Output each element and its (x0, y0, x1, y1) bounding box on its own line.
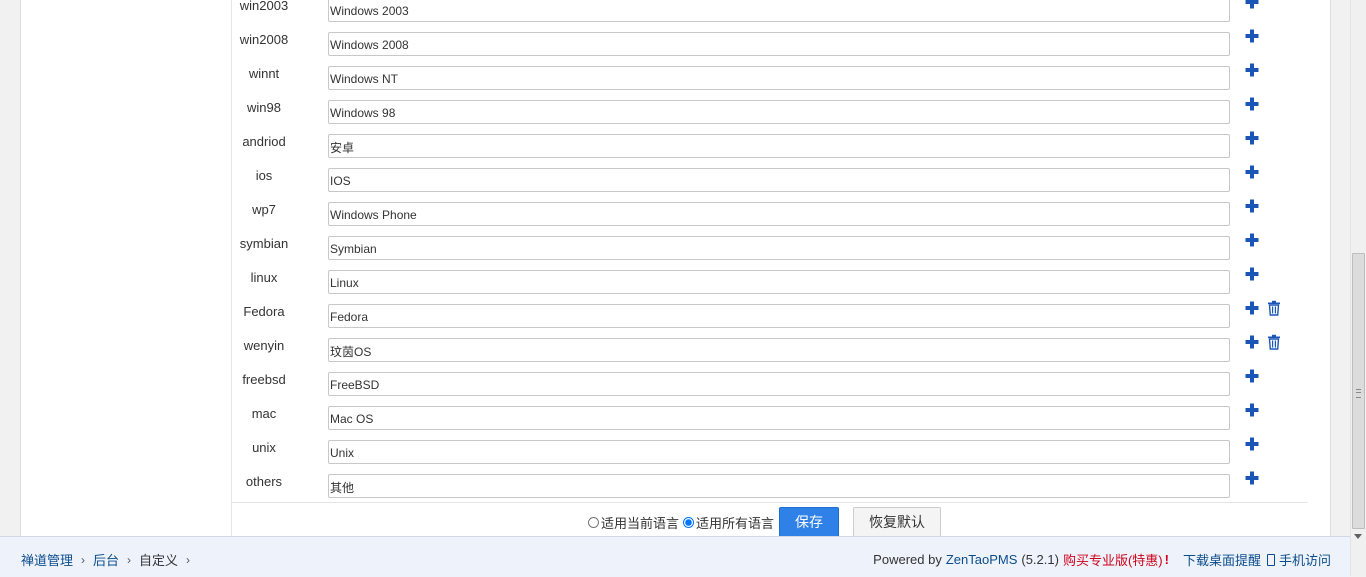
plus-icon[interactable] (1244, 368, 1260, 384)
row-key-label: andriod (242, 134, 286, 149)
buy-pro-exclamation: ! (1164, 552, 1169, 567)
buy-pro-link[interactable]: 购买专业版(特惠) (1063, 550, 1163, 569)
plus-icon[interactable] (1244, 198, 1260, 214)
row-key-label: ios (255, 168, 273, 183)
row-key-label: wp7 (252, 202, 276, 217)
plus-icon[interactable] (1244, 436, 1260, 452)
plus-icon[interactable] (1244, 62, 1260, 78)
lang-all-radio[interactable] (683, 516, 695, 528)
save-button[interactable]: 保存 (779, 507, 839, 537)
plus-icon[interactable] (1244, 0, 1260, 10)
language-scope-options: 适用当前语言 适用所有语言 (588, 513, 778, 531)
restore-default-button[interactable]: 恢复默认 (853, 507, 941, 537)
row-key-label: mac (251, 406, 277, 421)
footer-links: Powered by ZenTaoPMS (5.2.1) 购买专业版(特惠) !… (873, 550, 1331, 569)
row-value-input[interactable] (328, 474, 1230, 498)
row-key-label: win2008 (239, 32, 289, 47)
plus-icon[interactable] (1244, 28, 1260, 44)
row-key-label: wenyin (243, 338, 285, 353)
download-desktop-notifier-link[interactable]: 下载桌面提醒 (1183, 550, 1261, 569)
plus-icon[interactable] (1244, 232, 1260, 248)
row-key-label: win98 (247, 100, 281, 115)
lang-current-label: 适用当前语言 (601, 515, 680, 531)
row-key-label: symbian (239, 236, 289, 251)
row-value-input[interactable] (328, 236, 1230, 260)
breadcrumb-backend[interactable]: 后台 (93, 550, 119, 569)
row-key-label: winnt (248, 66, 280, 81)
row-value-input[interactable] (328, 32, 1230, 56)
mobile-phone-icon (1266, 553, 1275, 566)
trash-icon[interactable] (1266, 300, 1282, 316)
custom-value-row: win2008 (211, 29, 1289, 66)
custom-value-row: win2003 (211, 0, 1289, 32)
row-value-input[interactable] (328, 134, 1230, 158)
version-text: (5.2.1) (1021, 552, 1059, 567)
row-key-label: freebsd (242, 372, 286, 387)
row-value-input[interactable] (328, 0, 1230, 22)
row-value-input[interactable] (328, 270, 1230, 294)
row-value-input[interactable] (328, 406, 1230, 430)
custom-value-row: freebsd (211, 369, 1289, 406)
breadcrumb-chevron-icon: › (81, 552, 86, 567)
row-value-input[interactable] (328, 372, 1230, 396)
plus-icon[interactable] (1244, 334, 1260, 350)
plus-icon[interactable] (1244, 130, 1260, 146)
lang-all-option[interactable]: 适用所有语言 (683, 513, 774, 532)
scrollbar-grip-icon (1356, 389, 1361, 398)
row-key-label: win2003 (239, 0, 289, 13)
plus-icon[interactable] (1244, 300, 1260, 316)
zentao-link[interactable]: ZenTaoPMS (946, 552, 1018, 567)
vertical-scrollbar[interactable] (1350, 0, 1366, 576)
row-key-label: Fedora (243, 304, 285, 319)
row-value-input[interactable] (328, 168, 1230, 192)
custom-value-row: linux (211, 267, 1289, 304)
custom-value-row: Fedora (211, 300, 1289, 338)
plus-icon[interactable] (1244, 164, 1260, 180)
plus-icon[interactable] (1244, 96, 1260, 112)
footer-bar: 禅道管理 › 后台 › 自定义 › Powered by ZenTaoPMS (… (0, 536, 1350, 577)
custom-value-row: mac (211, 403, 1289, 440)
custom-value-row: wp7 (211, 199, 1289, 236)
breadcrumb: 禅道管理 › 后台 › 自定义 › (21, 550, 198, 569)
trash-icon[interactable] (1266, 334, 1282, 350)
breadcrumb-custom: 自定义 (139, 553, 179, 568)
plus-icon[interactable] (1244, 266, 1260, 282)
breadcrumb-admin-home[interactable]: 禅道管理 (21, 550, 73, 569)
plus-icon[interactable] (1244, 470, 1260, 486)
lang-current-radio[interactable] (588, 516, 599, 528)
custom-value-row: unix (211, 437, 1289, 474)
row-value-input[interactable] (328, 440, 1230, 464)
plus-icon[interactable] (1244, 402, 1260, 418)
custom-value-row: ios (211, 165, 1289, 202)
row-value-input[interactable] (328, 202, 1230, 226)
row-key-label: unix (252, 440, 276, 455)
row-value-input[interactable] (328, 304, 1230, 328)
custom-value-row: andriod (211, 131, 1289, 168)
scrollbar-thumb[interactable] (1352, 253, 1365, 529)
custom-value-row: win98 (211, 97, 1289, 134)
lang-all-label: 适用所有语言 (696, 515, 775, 531)
row-value-input[interactable] (328, 338, 1230, 362)
actions-divider (231, 502, 1308, 503)
custom-value-row: winnt (211, 63, 1289, 100)
breadcrumb-chevron-icon: › (127, 552, 132, 567)
breadcrumb-chevron-icon: › (186, 552, 191, 567)
row-key-label: others (245, 474, 283, 489)
row-value-input[interactable] (328, 66, 1230, 90)
scroll-down-arrow-icon[interactable] (1354, 534, 1362, 539)
lang-current-option[interactable]: 适用当前语言 (588, 513, 679, 532)
custom-value-row: wenyin (211, 334, 1289, 372)
row-key-label: linux (250, 270, 278, 285)
row-value-input[interactable] (328, 100, 1230, 124)
custom-value-row: symbian (211, 233, 1289, 270)
mobile-access-link[interactable]: 手机访问 (1279, 550, 1331, 569)
powered-by-text: Powered by (873, 552, 942, 567)
